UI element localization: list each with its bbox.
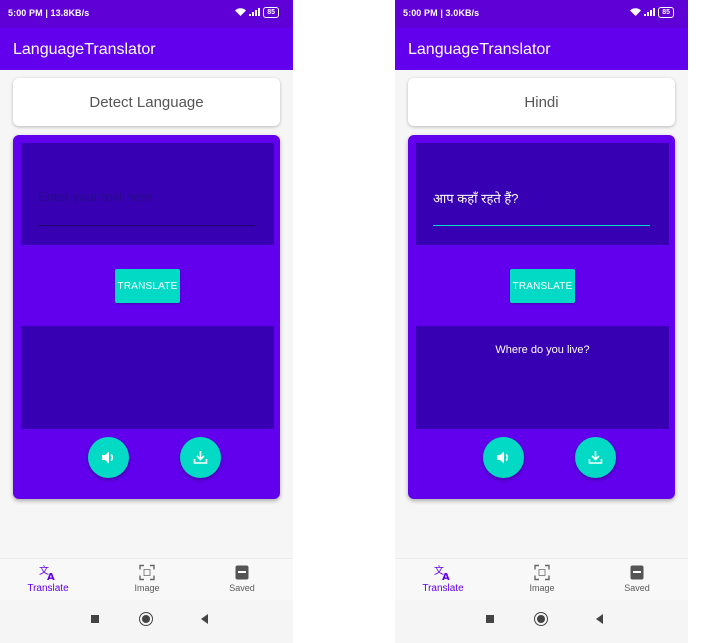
input-underline [433, 225, 650, 226]
status-bar: 5:00 PM | 13.8KB/s 85 [0, 0, 293, 28]
system-navigation-bar [0, 600, 293, 643]
speak-button[interactable] [483, 437, 524, 478]
saved-box-icon [630, 565, 644, 580]
battery-icon: 85 [658, 7, 674, 18]
nav-item-translate[interactable]: 文 A Translate [408, 564, 478, 594]
language-selector[interactable]: Detect Language [13, 78, 280, 126]
download-icon [193, 451, 208, 464]
save-button[interactable] [575, 437, 616, 478]
source-text-input[interactable]: आप कहाँ रहते हैं? [433, 189, 519, 207]
recents-icon[interactable] [91, 615, 99, 623]
app-bar: LanguageTranslator [395, 28, 688, 70]
phone-screen-right: 5:00 PM | 3.0KB/s 85 LanguageTranslator … [395, 0, 688, 643]
status-time: 5:00 PM | 3.0KB/s [403, 8, 480, 18]
output-panel: Where do you live? [416, 326, 669, 429]
nav-label-translate: Translate [27, 583, 69, 594]
wifi-icon [630, 7, 642, 18]
saved-box-icon [235, 565, 249, 580]
translate-icon: 文 A [39, 564, 55, 581]
status-time: 5:00 PM | 13.8KB/s [8, 8, 90, 18]
home-icon[interactable] [139, 612, 153, 626]
nav-label-saved: Saved [229, 583, 255, 593]
translate-card: आप कहाँ रहते हैं? TRANSLATE Where do you… [408, 135, 675, 499]
svg-text:A: A [442, 572, 450, 581]
signal-icon [644, 7, 656, 18]
home-icon[interactable] [534, 612, 548, 626]
back-icon[interactable] [596, 614, 603, 624]
translate-button[interactable]: TRANSLATE [115, 269, 180, 303]
translated-text: Where do you live? [495, 344, 590, 356]
download-icon [588, 451, 603, 464]
volume-icon [102, 451, 114, 464]
app-title: LanguageTranslator [13, 41, 156, 58]
back-icon[interactable] [201, 614, 208, 624]
signal-icon [249, 7, 261, 18]
image-scan-icon [534, 564, 550, 581]
nav-label-translate: Translate [422, 583, 464, 594]
nav-label-image: Image [134, 583, 160, 593]
app-title: LanguageTranslator [408, 41, 551, 58]
language-label: Detect Language [89, 93, 204, 111]
volume-icon [497, 451, 509, 464]
translate-button[interactable]: TRANSLATE [510, 269, 575, 303]
save-button[interactable] [180, 437, 221, 478]
input-panel[interactable]: आप कहाँ रहते हैं? [416, 143, 669, 245]
app-bar: LanguageTranslator [0, 28, 293, 70]
nav-item-translate[interactable]: 文 A Translate [13, 564, 83, 594]
svg-text:A: A [47, 572, 55, 581]
nav-item-image[interactable]: Image [507, 564, 577, 593]
speak-button[interactable] [88, 437, 129, 478]
nav-label-saved: Saved [624, 583, 650, 593]
phone-screen-left: 5:00 PM | 13.8KB/s 85 LanguageTranslator… [0, 0, 293, 643]
status-icons: 85 [630, 7, 674, 18]
status-bar: 5:00 PM | 3.0KB/s 85 [395, 0, 688, 28]
input-underline [38, 225, 255, 226]
language-label: Hindi [524, 93, 559, 111]
nav-item-saved[interactable]: Saved [602, 564, 672, 593]
translate-card: Enter your text here TRANSLATE [13, 135, 280, 499]
nav-label-image: Image [529, 583, 555, 593]
battery-icon: 85 [263, 7, 279, 18]
nav-item-saved[interactable]: Saved [207, 564, 277, 593]
input-panel[interactable]: Enter your text here [21, 143, 274, 245]
language-selector[interactable]: Hindi [408, 78, 675, 126]
status-icons: 85 [235, 7, 279, 18]
recents-icon[interactable] [486, 615, 494, 623]
system-navigation-bar [395, 600, 688, 643]
source-text-input[interactable]: Enter your text here [38, 189, 152, 204]
translate-icon: 文 A [434, 564, 450, 581]
image-scan-icon [139, 564, 155, 581]
output-panel [21, 326, 274, 429]
wifi-icon [235, 7, 247, 18]
bottom-navigation: 文 A Translate Image Saved [395, 558, 688, 601]
nav-item-image[interactable]: Image [112, 564, 182, 593]
bottom-navigation: 文 A Translate Image Saved [0, 558, 293, 601]
